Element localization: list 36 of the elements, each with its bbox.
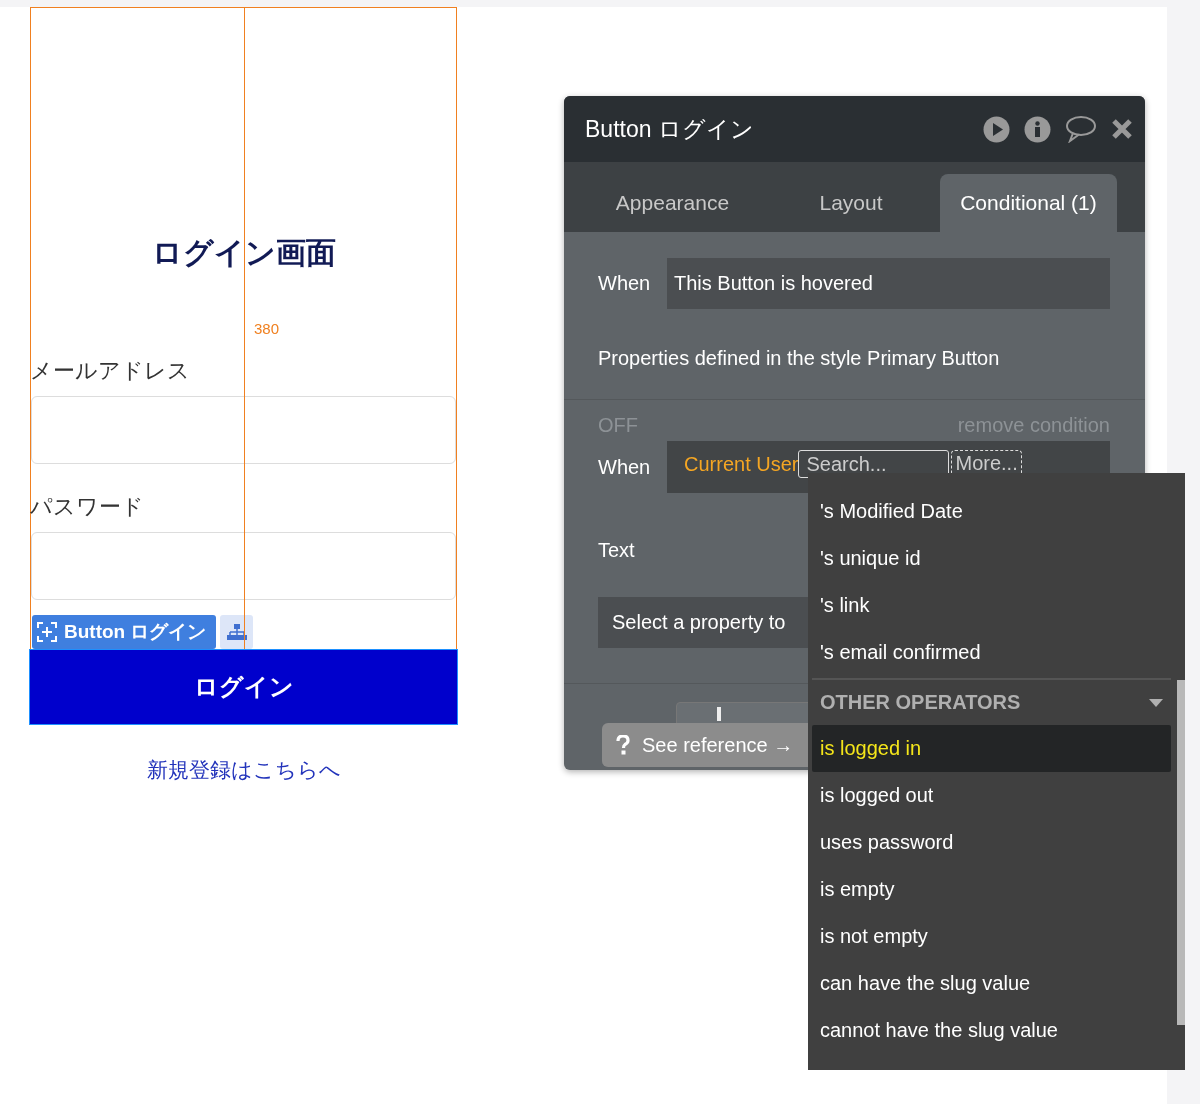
hierarchy-icon	[227, 623, 247, 641]
question-icon	[616, 735, 630, 755]
condition-field[interactable]: This Button is hovered	[667, 258, 1110, 309]
menu-item[interactable]: is logged in	[812, 725, 1171, 772]
info-icon[interactable]	[1024, 115, 1051, 143]
caret-icon	[1149, 698, 1163, 707]
hierarchy-button[interactable]	[220, 615, 254, 649]
data-source[interactable]: Current User	[684, 450, 799, 478]
menu-item[interactable]: is not empty	[812, 913, 1171, 960]
style-note: Properties defined in the style Primary Button	[597, 346, 1001, 370]
scrollbar[interactable]	[1177, 680, 1185, 1025]
width-label: 380	[254, 320, 280, 337]
play-icon[interactable]	[983, 115, 1010, 143]
menu-item[interactable]: uses password	[812, 819, 1171, 866]
close-icon[interactable]	[1111, 118, 1133, 140]
when-label: When	[598, 272, 652, 295]
password-field[interactable]	[31, 532, 456, 600]
panel-tab[interactable]: Layout	[771, 174, 931, 232]
panel-tab[interactable]: Appearance	[574, 174, 771, 232]
element-tag[interactable]: Button ログイン	[32, 615, 217, 649]
menu-item[interactable]: 's unique id	[812, 535, 1171, 582]
when-label: When	[598, 455, 652, 479]
login-button[interactable]: ログイン	[29, 649, 458, 725]
text-label: Text	[598, 539, 635, 562]
menu-item[interactable]: is logged out	[812, 772, 1171, 819]
panel-tab[interactable]: Conditional (1)	[940, 174, 1117, 232]
add-icon	[36, 621, 58, 643]
menu-item[interactable]: cannot have the slug value	[812, 1007, 1171, 1054]
email-field[interactable]	[31, 396, 456, 464]
comment-icon[interactable]	[1065, 115, 1097, 143]
signup-link[interactable]: 新規登録はこちらへ	[0, 756, 487, 784]
panel-title: Button ログイン	[585, 114, 755, 144]
menu-item[interactable]: is empty	[812, 866, 1171, 913]
menu-item[interactable]: can have the slug value	[812, 960, 1171, 1007]
page-title: ログイン画面	[151, 234, 336, 272]
email-label: メールアドレス	[30, 357, 191, 385]
